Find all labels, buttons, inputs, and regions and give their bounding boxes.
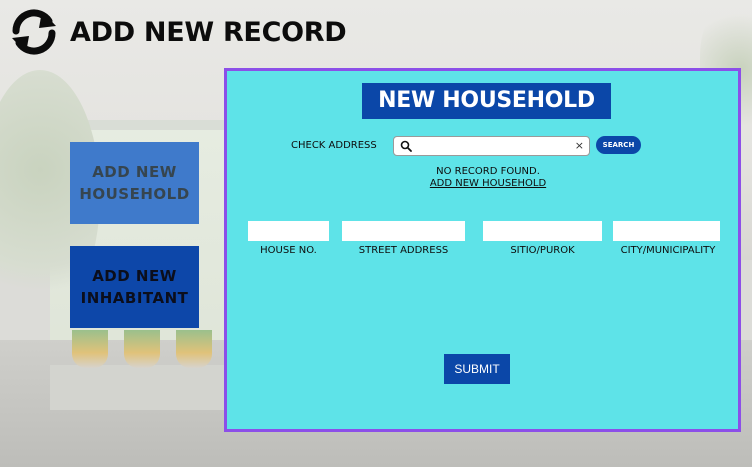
- address-search-box[interactable]: ×: [393, 136, 590, 156]
- house-no-field[interactable]: [248, 221, 329, 241]
- add-inhabitant-button-label: ADD NEW INHABITANT: [80, 267, 189, 307]
- search-icon: [400, 140, 412, 152]
- city-municipality-field[interactable]: [613, 221, 720, 241]
- clear-icon[interactable]: ×: [575, 138, 584, 154]
- add-new-household-link[interactable]: ADD NEW HOUSEHOLD: [388, 178, 588, 189]
- sitio-purok-field[interactable]: [483, 221, 602, 241]
- new-household-form: NEW HOUSEHOLD CHECK ADDRESS × SEARCH NO …: [224, 68, 741, 432]
- background-wall: [50, 365, 230, 410]
- house-no-label: HOUSE NO.: [260, 245, 317, 256]
- submit-button[interactable]: SUBMIT: [444, 354, 510, 384]
- background-planter: [72, 330, 108, 368]
- city-municipality-label: CITY/MUNICIPALITY: [620, 245, 716, 256]
- background-planter: [176, 330, 212, 368]
- sitio-purok-label: SITIO/PUROK: [510, 245, 575, 256]
- street-address-label: STREET ADDRESS: [358, 245, 449, 256]
- page-title: ADD NEW RECORD: [70, 16, 347, 48]
- check-address-label: CHECK ADDRESS: [291, 140, 377, 151]
- add-inhabitant-button[interactable]: ADD NEW INHABITANT: [70, 246, 199, 328]
- add-household-button[interactable]: ADD NEW HOUSEHOLD: [70, 142, 199, 224]
- search-button[interactable]: SEARCH: [596, 136, 641, 154]
- refresh-icon[interactable]: [6, 4, 62, 60]
- address-search-input[interactable]: [416, 138, 571, 154]
- form-title: NEW HOUSEHOLD: [362, 83, 611, 119]
- street-address-field[interactable]: [342, 221, 465, 241]
- background-planter: [124, 330, 160, 368]
- page-header: ADD NEW RECORD: [6, 3, 347, 61]
- no-record-message: NO RECORD FOUND.: [436, 166, 540, 177]
- add-household-button-label: ADD NEW HOUSEHOLD: [79, 163, 190, 203]
